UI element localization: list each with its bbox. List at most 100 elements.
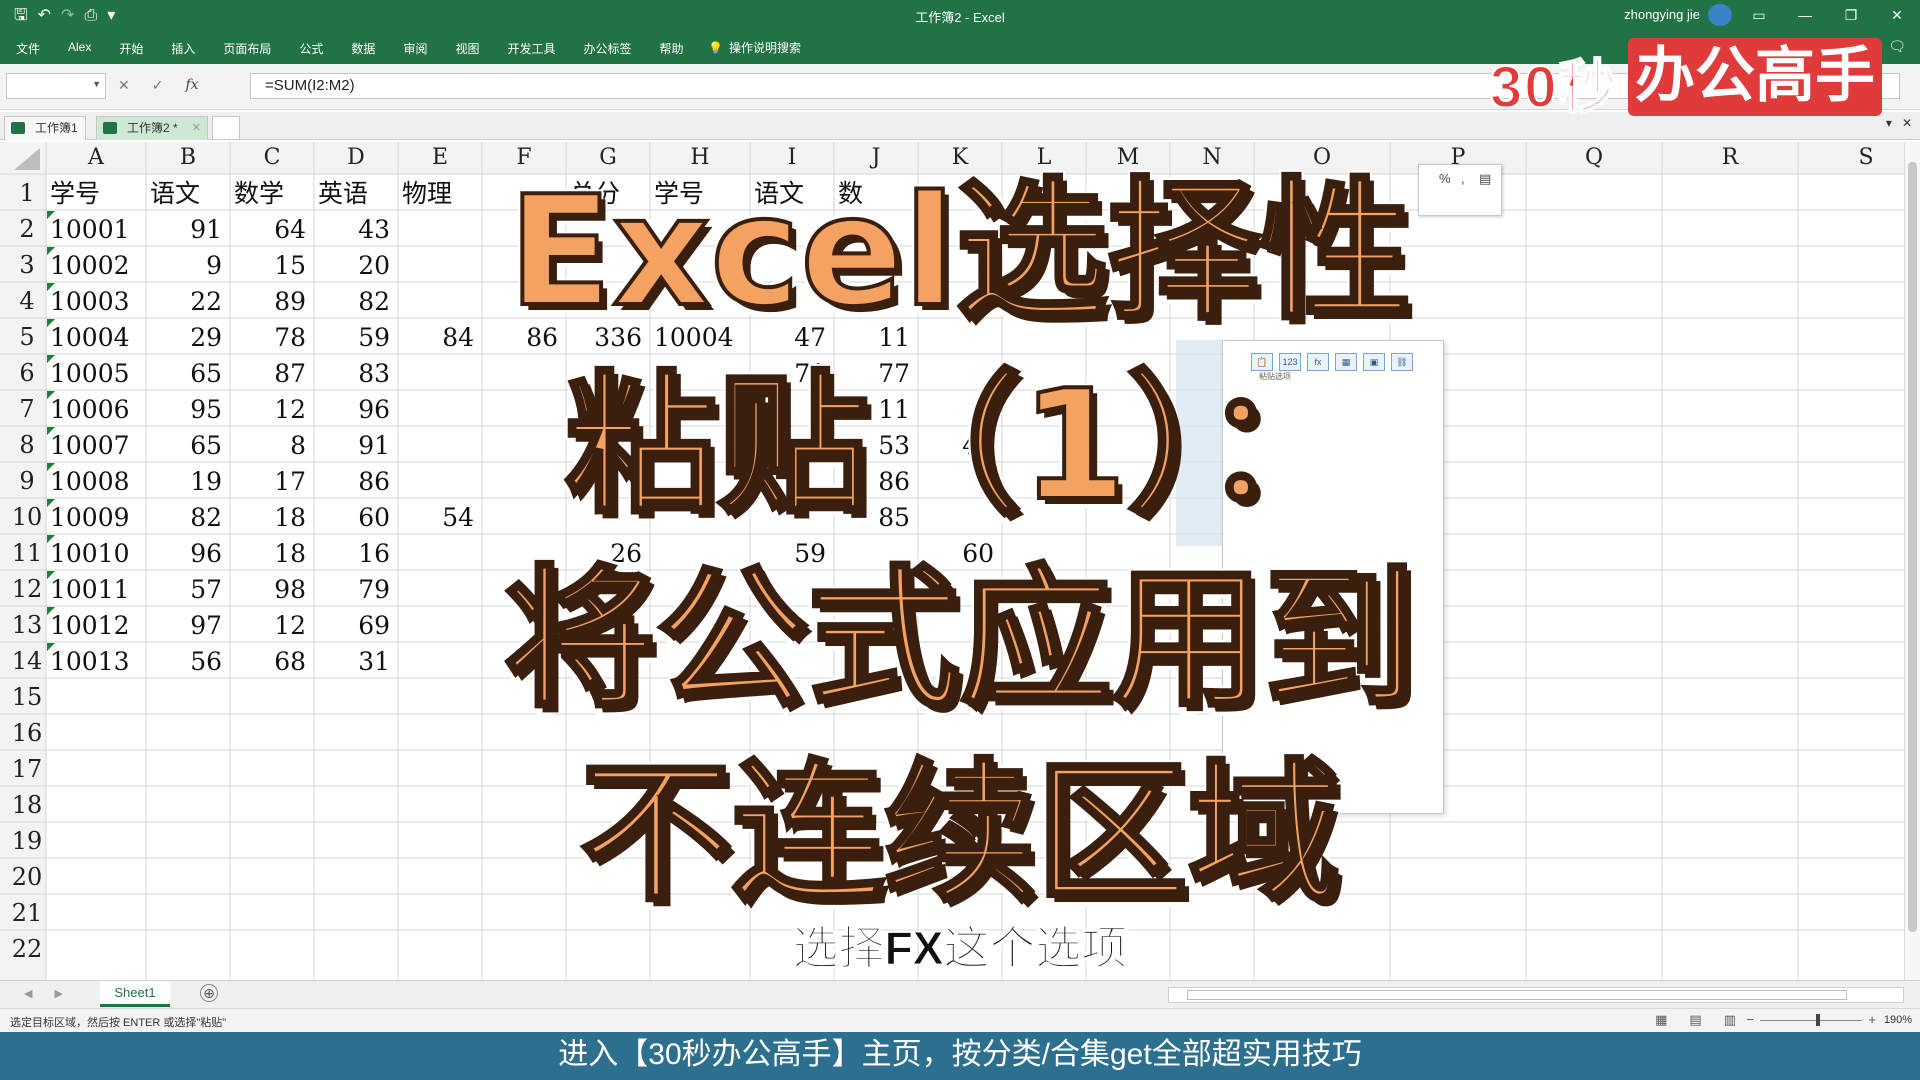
cell-value[interactable]: 数学 xyxy=(234,179,284,208)
cell-value[interactable]: 78 xyxy=(274,323,306,352)
cell-value[interactable]: 10009 xyxy=(50,503,130,532)
row-header[interactable]: 11 xyxy=(12,539,43,567)
cell-value[interactable]: 60 xyxy=(358,503,390,532)
column-header[interactable]: A xyxy=(87,145,105,170)
column-header[interactable]: Q xyxy=(1585,145,1603,170)
cell-value[interactable]: 57 xyxy=(190,575,222,604)
ribbon-tab[interactable]: 帮助 xyxy=(660,40,684,57)
chevron-down-icon[interactable]: ▾ xyxy=(1886,116,1892,130)
scroll-thumb[interactable] xyxy=(1187,990,1847,1000)
cell-value[interactable]: 16 xyxy=(358,539,390,568)
row-header[interactable]: 14 xyxy=(12,647,43,675)
cell-value[interactable]: 22 xyxy=(190,287,222,316)
zoom-in-button[interactable]: + xyxy=(1868,1012,1876,1027)
comment-icon[interactable]: 🗨 xyxy=(1888,38,1906,55)
cell-value[interactable]: 31 xyxy=(358,647,390,676)
cell-value[interactable]: 9 xyxy=(206,251,222,280)
user-name[interactable]: zhongying jie xyxy=(1624,7,1700,22)
cell-value[interactable]: 19 xyxy=(190,467,222,496)
cell-value[interactable]: 10001 xyxy=(50,215,130,244)
cell-value[interactable]: 65 xyxy=(190,431,222,460)
ribbon-tab[interactable]: 开始 xyxy=(119,40,143,57)
cell-value[interactable]: 10003 xyxy=(50,287,130,316)
row-header[interactable]: 6 xyxy=(19,359,34,387)
row-header[interactable]: 20 xyxy=(12,863,43,891)
cell-value[interactable]: 10008 xyxy=(50,467,130,496)
ribbon-tab[interactable]: 页面布局 xyxy=(223,40,271,57)
ribbon-tab[interactable]: 开发工具 xyxy=(507,40,555,57)
cell-value[interactable]: 97 xyxy=(190,611,222,640)
cell-value[interactable]: 10006 xyxy=(50,395,130,424)
zoom-slider-knob[interactable] xyxy=(1816,1014,1820,1026)
name-box[interactable]: ▼ xyxy=(6,73,106,99)
chevron-down-icon[interactable]: ▼ xyxy=(92,79,101,89)
cell-value[interactable]: 17 xyxy=(274,467,306,496)
close-icon[interactable]: ✕ xyxy=(1902,116,1912,130)
insert-function-icon[interactable]: fx xyxy=(185,77,198,94)
horizontal-scrollbar[interactable] xyxy=(1168,987,1904,1003)
cell-value[interactable]: 64 xyxy=(274,215,306,244)
cell-value[interactable]: 29 xyxy=(190,323,222,352)
row-header[interactable]: 2 xyxy=(19,215,34,243)
row-header[interactable]: 8 xyxy=(19,431,34,459)
row-header[interactable]: 17 xyxy=(12,755,43,783)
chevron-left-icon[interactable]: ◀ xyxy=(24,987,32,1000)
ribbon-tab[interactable]: Alex xyxy=(68,40,91,57)
enter-icon[interactable]: ✓ xyxy=(152,77,164,94)
cell-value[interactable]: 10010 xyxy=(50,539,130,568)
cell-value[interactable]: 英语 xyxy=(318,179,368,208)
cell-value[interactable]: 18 xyxy=(274,503,306,532)
cell-value[interactable]: 学号 xyxy=(50,179,100,208)
row-header[interactable]: 15 xyxy=(12,683,43,711)
ribbon-tab[interactable]: 插入 xyxy=(171,40,195,57)
cell-value[interactable]: 79 xyxy=(358,575,390,604)
cell-value[interactable]: 98 xyxy=(274,575,306,604)
column-header[interactable]: D xyxy=(347,145,365,170)
close-icon[interactable]: ✕ xyxy=(192,117,201,139)
cell-value[interactable]: 8 xyxy=(290,431,306,460)
cell-value[interactable]: 18 xyxy=(274,539,306,568)
chevron-right-icon[interactable]: ▶ xyxy=(54,987,62,1000)
cell-value[interactable]: 10007 xyxy=(50,431,130,460)
cell-value[interactable]: 82 xyxy=(190,503,222,532)
page-layout-icon[interactable]: ▤ xyxy=(1689,1012,1701,1028)
avatar[interactable] xyxy=(1708,4,1732,26)
cell-value[interactable]: 86 xyxy=(358,467,390,496)
cell-value[interactable]: 68 xyxy=(274,647,306,676)
row-header[interactable]: 3 xyxy=(19,251,34,279)
close-button[interactable]: ✕ xyxy=(1874,0,1920,32)
add-sheet-icon[interactable]: ⊕ xyxy=(200,984,218,1002)
vertical-scrollbar[interactable] xyxy=(1904,142,1920,980)
sheet-tab[interactable]: Sheet1 xyxy=(100,981,170,1007)
cell-value[interactable]: 10002 xyxy=(50,251,130,280)
row-header[interactable]: 9 xyxy=(19,467,34,495)
tell-me-search[interactable]: 💡 操作说明搜索 xyxy=(708,39,801,56)
column-header[interactable]: S xyxy=(1858,145,1873,170)
cell-value[interactable]: 87 xyxy=(274,359,306,388)
row-header[interactable]: 10 xyxy=(12,503,43,531)
cell-value[interactable]: 15 xyxy=(274,251,306,280)
row-header[interactable]: 12 xyxy=(12,575,43,603)
cell-value[interactable]: 59 xyxy=(358,323,390,352)
row-header[interactable]: 7 xyxy=(19,395,34,423)
cell-value[interactable]: 96 xyxy=(190,539,222,568)
row-header[interactable]: 16 xyxy=(12,719,43,747)
scroll-thumb[interactable] xyxy=(1908,162,1917,932)
row-header[interactable]: 13 xyxy=(12,611,43,639)
cell-value[interactable]: 95 xyxy=(190,395,222,424)
row-header[interactable]: 19 xyxy=(12,827,43,855)
ribbon-tab[interactable]: 文件 xyxy=(16,40,40,57)
cell-value[interactable]: 12 xyxy=(274,395,306,424)
cell-value[interactable]: 10011 xyxy=(50,575,130,604)
cell-value[interactable]: 82 xyxy=(358,287,390,316)
cell-value[interactable]: 10004 xyxy=(50,323,130,352)
row-header[interactable]: 1 xyxy=(19,179,34,207)
ribbon-tab[interactable]: 数据 xyxy=(351,40,375,57)
cell-value[interactable]: 89 xyxy=(274,287,306,316)
zoom-out-button[interactable]: − xyxy=(1746,1012,1754,1027)
workbook-tab-2[interactable]: 工作簿2 * ✕ xyxy=(96,116,208,140)
cell-value[interactable]: 69 xyxy=(358,611,390,640)
ribbon-tab[interactable]: 公式 xyxy=(299,40,323,57)
new-workbook-tab-button[interactable] xyxy=(212,116,240,140)
minimize-button[interactable]: — xyxy=(1782,0,1828,32)
